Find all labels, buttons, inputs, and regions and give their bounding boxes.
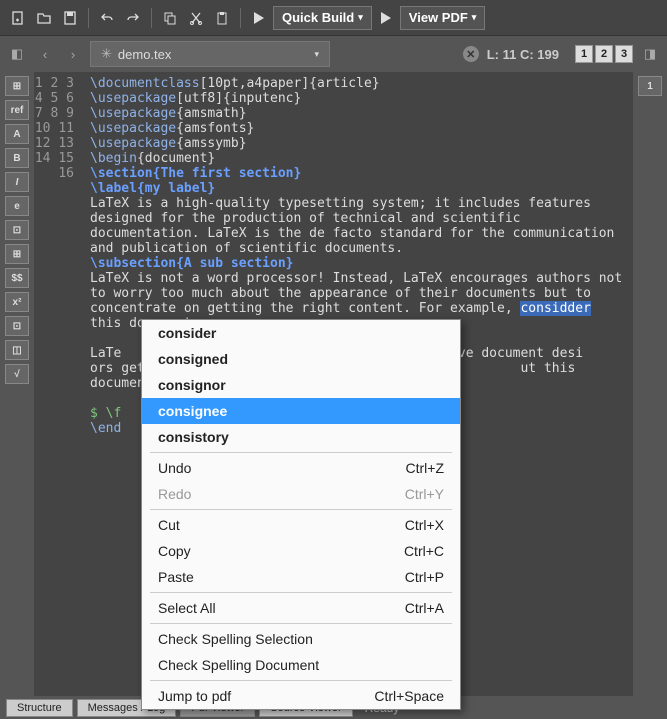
right-side-page[interactable]: 1 [638,76,662,96]
open-file-icon[interactable] [32,6,56,30]
quick-build-button[interactable]: Quick Build ▾ [273,6,372,30]
right-sidebar: 1 [633,72,667,696]
status-structure[interactable]: Structure [6,699,73,717]
menu-spell-document[interactable]: Check Spelling Document [142,652,460,678]
menu-separator [150,452,452,453]
side-btn-bold[interactable]: B [5,148,29,168]
side-btn[interactable]: ⊞ [5,76,29,96]
side-btn[interactable]: ◫ [5,340,29,360]
run-icon[interactable] [247,6,271,30]
tab-bar: ◧ ‹ › ✳ demo.tex ▾ ✕ L: 11 C: 199 1 2 3 … [0,36,667,72]
menu-separator [150,592,452,593]
menu-separator [150,509,452,510]
main-toolbar: Quick Build ▾ View PDF ▾ [0,0,667,36]
separator [151,8,152,28]
menu-separator [150,680,452,681]
separator [88,8,89,28]
nav-forward-icon[interactable]: › [62,43,84,65]
context-menu: consider consigned consignor consignee c… [141,319,461,710]
run-view-icon[interactable] [374,6,398,30]
menu-spell-selection[interactable]: Check Spelling Selection [142,626,460,652]
view-pdf-label: View PDF [409,10,468,25]
position-indicator: ✕ L: 11 C: 199 [463,46,559,62]
paste-icon[interactable] [210,6,234,30]
modified-star-icon: ✳ [101,46,112,62]
line-gutter: 1 2 3 4 5 6 7 8 9 10 11 12 13 14 15 16 [34,72,84,696]
page-box[interactable]: 2 [595,45,613,63]
page-box[interactable]: 1 [575,45,593,63]
file-tab[interactable]: ✳ demo.tex ▾ [90,41,330,67]
close-tab-icon[interactable]: ✕ [463,46,479,62]
save-icon[interactable] [58,6,82,30]
cut-icon[interactable] [184,6,208,30]
side-btn[interactable]: ⊞ [5,244,29,264]
menu-cut[interactable]: CutCtrl+X [142,512,460,538]
menu-paste[interactable]: PasteCtrl+P [142,564,460,590]
side-btn[interactable]: ref [5,100,29,120]
side-btn[interactable]: ⊡ [5,220,29,240]
menu-copy[interactable]: CopyCtrl+C [142,538,460,564]
side-btn[interactable]: √ [5,364,29,384]
quick-build-label: Quick Build [282,10,354,25]
menu-jump-pdf[interactable]: Jump to pdfCtrl+Space [142,683,460,709]
side-btn[interactable]: x² [5,292,29,312]
menu-undo[interactable]: UndoCtrl+Z [142,455,460,481]
undo-icon[interactable] [95,6,119,30]
new-file-icon[interactable] [6,6,30,30]
copy-icon[interactable] [158,6,182,30]
menu-select-all[interactable]: Select AllCtrl+A [142,595,460,621]
spell-suggestion[interactable]: consider [142,320,460,346]
side-btn[interactable]: A [5,124,29,144]
side-btn[interactable]: ⊡ [5,316,29,336]
page-box[interactable]: 3 [615,45,633,63]
tab-filename: demo.tex [118,47,171,62]
spell-suggestion-selected[interactable]: consignee [142,398,460,424]
spell-suggestion[interactable]: consignor [142,372,460,398]
dropdown-arrow-icon: ▾ [472,12,477,23]
toggle-right-panel-icon[interactable]: ◨ [639,43,661,65]
page-indicators: 1 2 3 [575,45,633,63]
nav-back-icon[interactable]: ‹ [34,43,56,65]
separator [240,8,241,28]
spell-suggestion[interactable]: consigned [142,346,460,372]
cursor-position: L: 11 C: 199 [487,47,559,62]
redo-icon[interactable] [121,6,145,30]
spell-suggestion[interactable]: consistory [142,424,460,450]
side-btn[interactable]: $$ [5,268,29,288]
dropdown-arrow-icon: ▾ [358,12,363,23]
side-btn[interactable]: e [5,196,29,216]
menu-separator [150,623,452,624]
side-btn-italic[interactable]: I [5,172,29,192]
toggle-panel-icon[interactable]: ◧ [6,43,28,65]
menu-redo: RedoCtrl+Y [142,481,460,507]
view-pdf-button[interactable]: View PDF ▾ [400,6,486,30]
left-sidebar: ⊞ ref A B I e ⊡ ⊞ $$ x² ⊡ ◫ √ [0,72,34,696]
tab-dropdown-icon[interactable]: ▾ [314,49,319,60]
